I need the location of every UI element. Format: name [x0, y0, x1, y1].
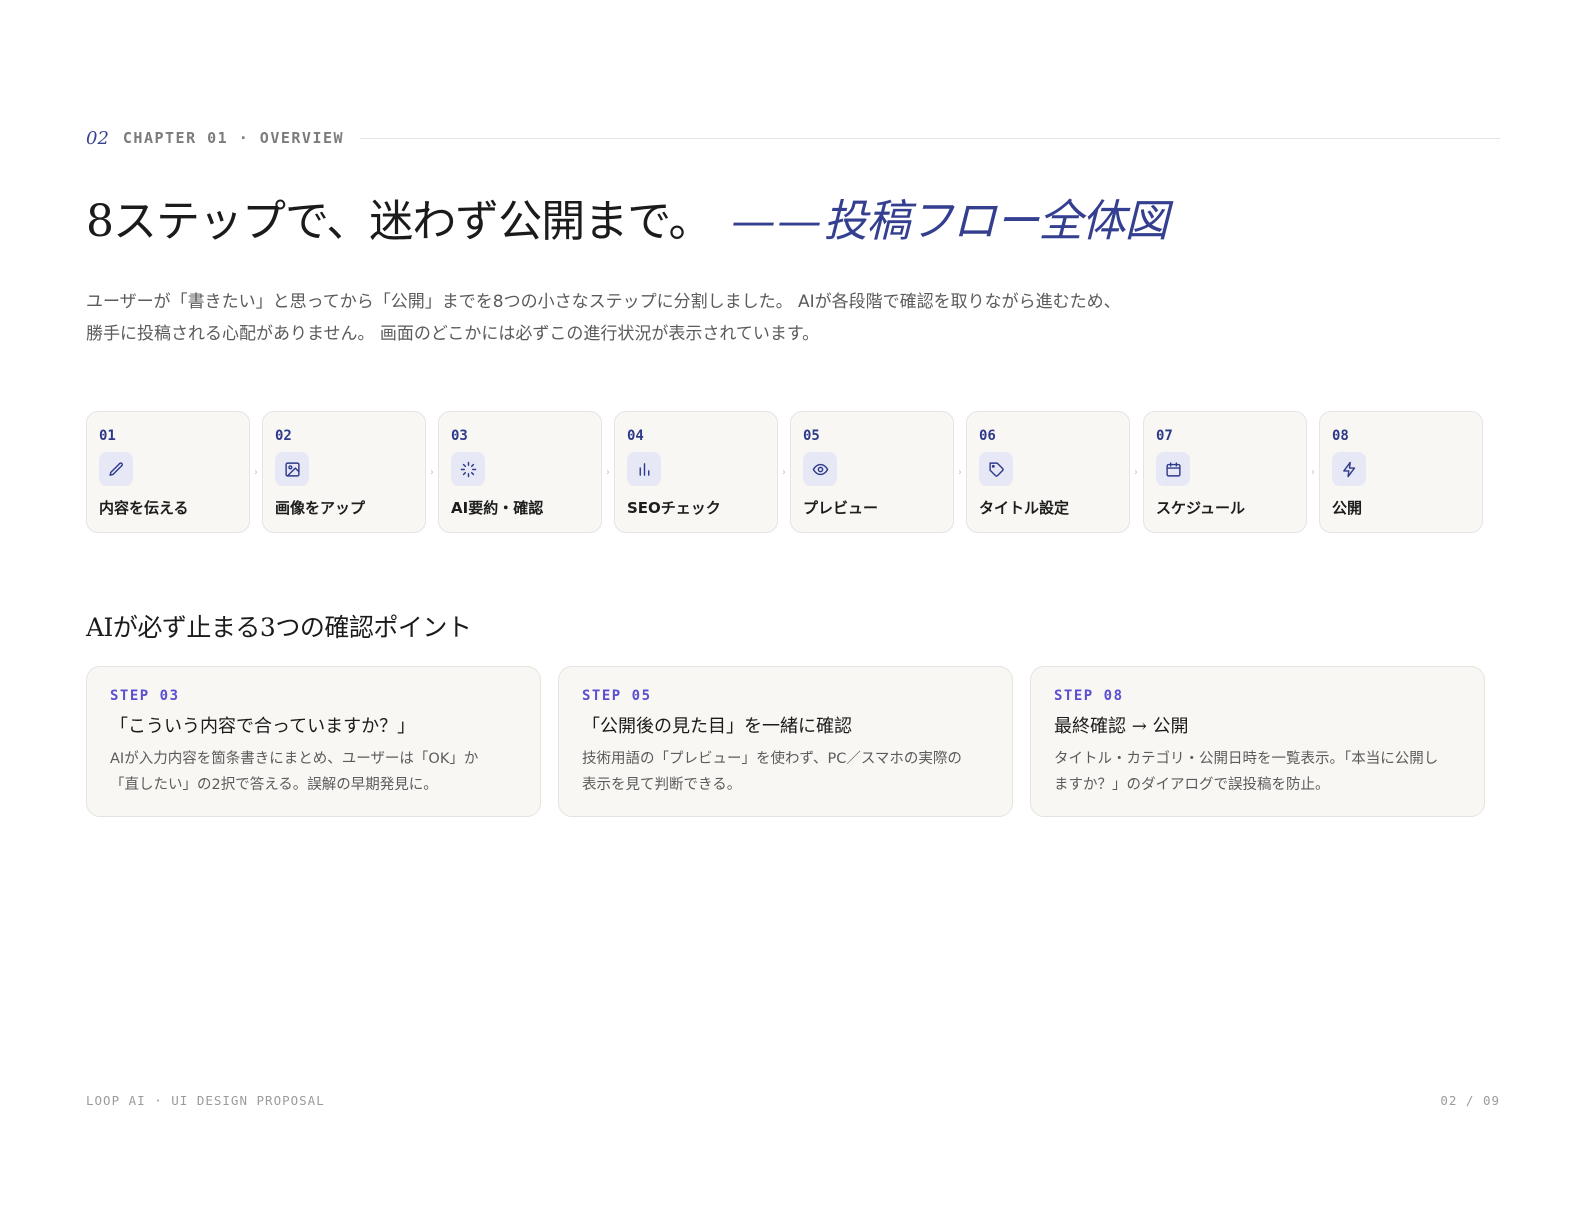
step-number: 02 [275, 428, 292, 444]
checkpoint-card-step08: STEP 08 最終確認 → 公開 タイトル・カテゴリ・公開日時を一覧表示。「本… [1030, 666, 1485, 817]
headline-dash: —— [731, 196, 824, 247]
chevron-right-icon: › [1311, 467, 1315, 478]
step-label: 画像をアップ [275, 499, 366, 517]
checkpoint-title: 「公開後の見た目」を一緒に確認 [582, 716, 852, 737]
chapter-number: 02 [86, 127, 109, 149]
calendar-icon [1156, 452, 1190, 486]
chevron-right-icon: › [430, 467, 434, 478]
checkpoint-body-line: ますか？」のダイアログで誤投稿を防止。 [1054, 777, 1330, 793]
checkpoints-title: AIが必ず止まる3つの確認ポイント [86, 613, 472, 642]
sparkle-icon [451, 452, 485, 486]
step-number: 07 [1156, 428, 1173, 444]
step-label: SEOチェック [627, 499, 721, 517]
chapter-divider [360, 137, 1500, 139]
checkpoint-body: 技術用語の「プレビュー」を使わず、PC／スマホの実際の 表示を見て判断できる。 [582, 746, 989, 798]
step-number: 04 [627, 428, 644, 444]
step-card-02: 02 画像をアップ [262, 411, 426, 533]
checkpoint-step: STEP 05 [582, 688, 652, 704]
lightning-icon [1332, 452, 1366, 486]
step-card-04: 04 SEOチェック [614, 411, 778, 533]
chapter-label: CHAPTER 01 · OVERVIEW [122, 129, 345, 147]
footer-brand: LOOP AI · UI DESIGN PROPOSAL [86, 1093, 325, 1108]
eye-icon [803, 452, 837, 486]
step-label: 公開 [1332, 499, 1363, 517]
step-card-07: 07 スケジュール [1143, 411, 1307, 533]
checkpoint-body-line: タイトル・カテゴリ・公開日時を一覧表示。「本当に公開し [1054, 751, 1439, 767]
step-label: プレビュー [803, 499, 879, 517]
headline-subtitle: 投稿フロー全体図 [823, 196, 1168, 247]
checkpoint-card-step03: STEP 03 「こういう内容で合っていますか？」 AIが入力内容を箇条書きにま… [86, 666, 541, 817]
step-label: スケジュール [1156, 499, 1245, 517]
checkpoint-title: 「こういう内容で合っていますか？」 [110, 716, 416, 737]
checkpoint-body-line: 「直したい」の2択で答える。誤解の早期発見に。 [110, 777, 438, 793]
chevron-right-icon: › [606, 467, 610, 478]
checkpoint-step: STEP 03 [110, 688, 180, 704]
checkpoint-body: タイトル・カテゴリ・公開日時を一覧表示。「本当に公開し ますか？」のダイアログで… [1054, 746, 1461, 798]
checkpoint-body-line: 技術用語の「プレビュー」を使わず、PC／スマホの実際の [582, 751, 962, 767]
checkpoint-step: STEP 08 [1054, 688, 1124, 704]
checkpoint-body: AIが入力内容を箇条書きにまとめ、ユーザーは「OK」か 「直したい」の2択で答え… [110, 746, 517, 798]
bar-chart-icon [627, 452, 661, 486]
chevron-right-icon: › [782, 467, 786, 478]
chapter-header: 02 CHAPTER 01 · OVERVIEW [86, 127, 1500, 149]
pencil-icon [99, 452, 133, 486]
chevron-right-icon: › [958, 467, 962, 478]
chevron-right-icon: › [1134, 467, 1138, 478]
checkpoint-body-line: AIが入力内容を箇条書きにまとめ、ユーザーは「OK」か [110, 751, 479, 767]
lead-line: ユーザーが「書きたい」と思ってから「公開」までを8つの小さなステップに分割しまし… [86, 292, 1121, 312]
step-card-05: 05 プレビュー [790, 411, 954, 533]
headline-main: 8ステップで、迷わず公開まで。 [86, 196, 712, 247]
image-icon [275, 452, 309, 486]
checkpoint-body-line: 表示を見て判断できる。 [582, 777, 742, 793]
tag-icon [979, 452, 1013, 486]
checkpoint-card-step05: STEP 05 「公開後の見た目」を一緒に確認 技術用語の「プレビュー」を使わず… [558, 666, 1013, 817]
step-number: 05 [803, 428, 820, 444]
step-number: 08 [1332, 428, 1349, 444]
step-number: 01 [99, 428, 116, 444]
checkpoint-cards: STEP 03 「こういう内容で合っていますか？」 AIが入力内容を箇条書きにま… [86, 666, 1500, 818]
step-flow: 01 内容を伝える › 02 画像をアップ › 03 AI要約・確認 › 04 [86, 411, 1500, 535]
step-label: タイトル設定 [979, 499, 1070, 517]
step-number: 03 [451, 428, 468, 444]
step-card-03: 03 AI要約・確認 [438, 411, 602, 533]
slide: 02 CHAPTER 01 · OVERVIEW 8ステップで、迷わず公開まで。… [86, 0, 1500, 1224]
chevron-right-icon: › [254, 467, 258, 478]
step-number: 06 [979, 428, 996, 444]
step-card-01: 01 内容を伝える [86, 411, 250, 533]
checkpoint-title: 最終確認 → 公開 [1054, 716, 1189, 737]
step-label: AI要約・確認 [451, 499, 544, 517]
lead-paragraph: ユーザーが「書きたい」と思ってから「公開」までを8つの小さなステップに分割しまし… [86, 286, 1286, 350]
step-card-08: 08 公開 [1319, 411, 1483, 533]
step-card-06: 06 タイトル設定 [966, 411, 1130, 533]
page-number: 02 / 09 [1440, 1093, 1500, 1108]
lead-line: 勝手に投稿される心配がありません。 画面のどこかには必ずこの進行状況が表示されて… [86, 324, 820, 344]
step-label: 内容を伝える [99, 499, 189, 517]
page-title: 8ステップで、迷わず公開まで。 ——投稿フロー全体図 [86, 192, 1500, 252]
